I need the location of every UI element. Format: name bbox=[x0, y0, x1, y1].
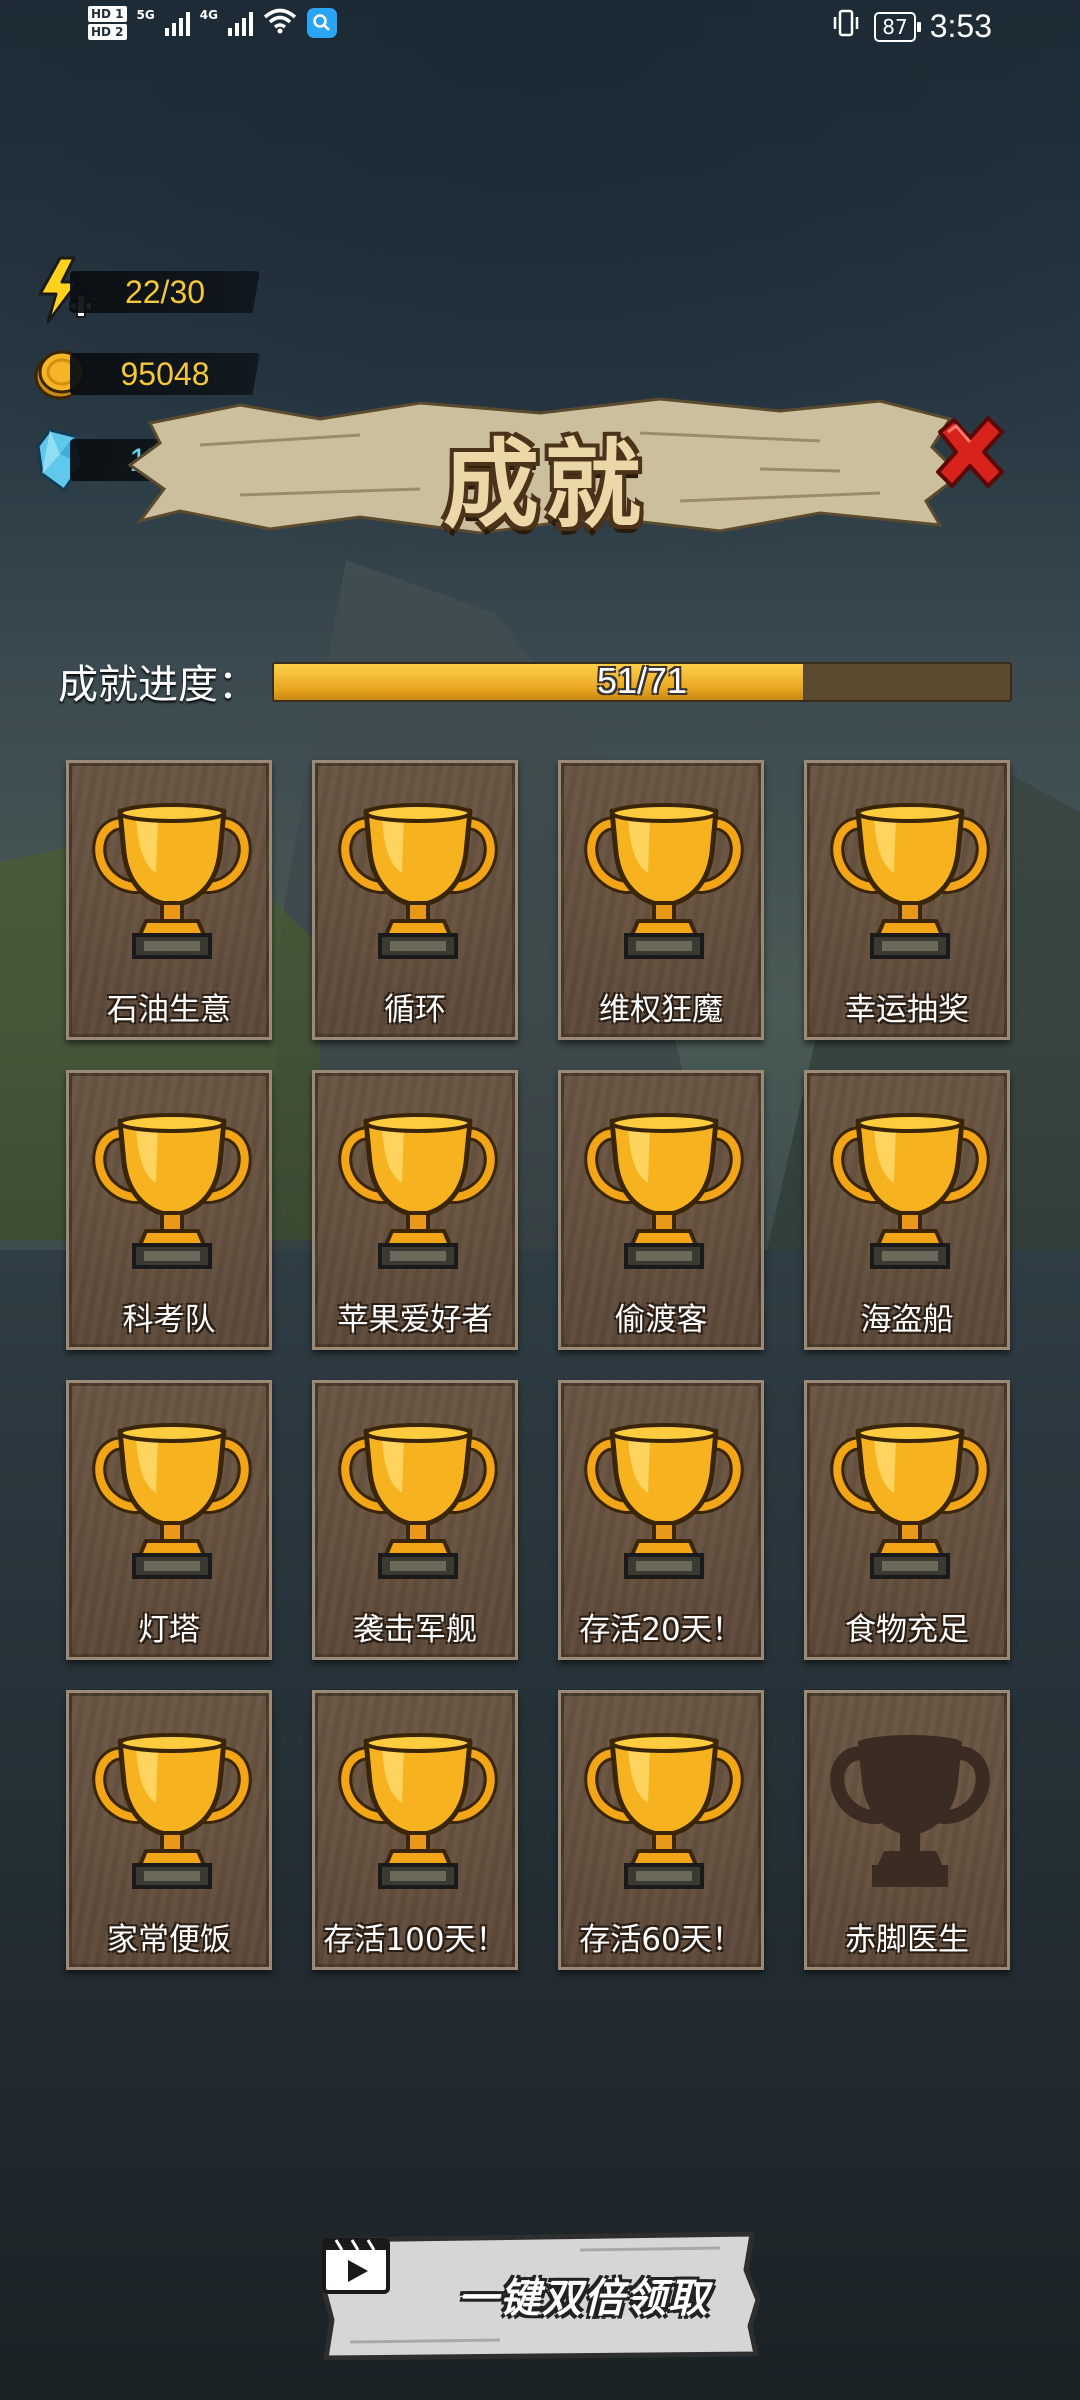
sim2-badge: HD 2 bbox=[88, 24, 127, 40]
trophy-icon bbox=[84, 793, 260, 969]
trophy-icon bbox=[84, 1103, 260, 1279]
status-left: HD 1 HD 2 5G 4G bbox=[88, 6, 337, 40]
double-claim-button[interactable]: 一键双倍领取 bbox=[320, 2230, 760, 2360]
progress-bar: 51/71 bbox=[272, 662, 1012, 702]
trophy-icon bbox=[84, 1723, 260, 1899]
close-button[interactable] bbox=[930, 412, 1010, 492]
sim-indicators: HD 1 HD 2 bbox=[88, 6, 127, 40]
achievement-label: 存活100天！ bbox=[323, 1922, 507, 1958]
trophy-icon bbox=[822, 1413, 998, 1589]
locked-trophy-icon bbox=[822, 1723, 998, 1899]
network-type-2: 4G bbox=[199, 8, 218, 22]
achievement-card[interactable]: 赤脚医生 bbox=[804, 1690, 1010, 1970]
signal-strength-icon-2 bbox=[227, 10, 253, 36]
close-icon bbox=[936, 416, 1004, 488]
network-type-1: 5G bbox=[136, 8, 155, 22]
achievement-label: 偷渡客 bbox=[614, 1302, 708, 1338]
achievement-card[interactable]: 循环 bbox=[312, 760, 518, 1040]
trophy-icon bbox=[576, 1723, 752, 1899]
trophy-icon bbox=[576, 1413, 752, 1589]
battery-icon: 87 bbox=[874, 11, 922, 42]
achievement-card[interactable]: 石油生意 bbox=[66, 760, 272, 1040]
achievement-card[interactable]: 海盗船 bbox=[804, 1070, 1010, 1350]
achievement-card[interactable]: 科考队 bbox=[66, 1070, 272, 1350]
achievement-card[interactable]: 偷渡客 bbox=[558, 1070, 764, 1350]
achievement-label: 赤脚医生 bbox=[845, 1922, 969, 1958]
achievement-card[interactable]: 存活20天！ bbox=[558, 1380, 764, 1660]
achievement-label: 维权狂魔 bbox=[599, 992, 723, 1028]
achievement-label: 袭击军舰 bbox=[353, 1612, 477, 1648]
trophy-icon bbox=[822, 793, 998, 969]
achievement-card[interactable]: 存活100天！ bbox=[312, 1690, 518, 1970]
achievement-card[interactable]: 幸运抽奖 bbox=[804, 760, 1010, 1040]
achievement-label: 家常便饭 bbox=[107, 1922, 231, 1958]
energy-counter[interactable]: 22/30 bbox=[30, 256, 260, 324]
sim1-badge: HD 1 bbox=[88, 6, 127, 22]
achievement-card[interactable]: 维权狂魔 bbox=[558, 760, 764, 1040]
status-bar: HD 1 HD 2 5G 4G 87 3:53 bbox=[0, 0, 1080, 56]
achievement-label: 石油生意 bbox=[107, 992, 231, 1028]
title-banner: 成就 bbox=[120, 385, 970, 545]
achievement-card[interactable]: 存活60天！ bbox=[558, 1690, 764, 1970]
achievement-label: 苹果爱好者 bbox=[337, 1302, 493, 1338]
achievement-label: 存活20天！ bbox=[579, 1612, 743, 1648]
status-right: 87 3:53 bbox=[832, 8, 992, 45]
achievement-label: 海盗船 bbox=[860, 1302, 954, 1338]
achievement-card[interactable]: 灯塔 bbox=[66, 1380, 272, 1660]
achievement-card[interactable]: 袭击军舰 bbox=[312, 1380, 518, 1660]
achievement-label: 灯塔 bbox=[138, 1612, 200, 1648]
achievement-label: 食物充足 bbox=[845, 1612, 969, 1648]
trophy-icon bbox=[330, 1723, 506, 1899]
achievement-label: 存活60天！ bbox=[579, 1922, 743, 1958]
trophy-icon bbox=[576, 1103, 752, 1279]
trophy-icon bbox=[822, 1103, 998, 1279]
signal-strength-icon bbox=[164, 10, 190, 36]
achievement-label: 幸运抽奖 bbox=[845, 992, 969, 1028]
progress-text: 51/71 bbox=[596, 662, 688, 701]
clock: 3:53 bbox=[929, 8, 992, 44]
achievement-card[interactable]: 家常便饭 bbox=[66, 1690, 272, 1970]
page-title: 成就 bbox=[443, 429, 647, 541]
trophy-icon bbox=[84, 1413, 260, 1589]
achievement-label: 循环 bbox=[384, 992, 446, 1028]
vibrate-icon bbox=[832, 8, 860, 45]
achievement-label: 科考队 bbox=[122, 1302, 216, 1338]
trophy-icon bbox=[330, 1103, 506, 1279]
search-app-icon bbox=[306, 8, 337, 38]
video-icon bbox=[322, 2238, 390, 2294]
claim-button-label: 一键双倍领取 bbox=[458, 2276, 710, 2322]
trophy-icon bbox=[330, 1413, 506, 1589]
trophy-icon bbox=[330, 793, 506, 969]
achievement-card[interactable]: 苹果爱好者 bbox=[312, 1070, 518, 1350]
progress-label: 成就进度： bbox=[58, 662, 258, 708]
achievement-card[interactable]: 食物充足 bbox=[804, 1380, 1010, 1660]
trophy-icon bbox=[576, 793, 752, 969]
energy-value: 22/30 bbox=[70, 271, 260, 313]
achievement-grid: 石油生意 循环 维权狂魔 幸运抽奖 科考队 苹果爱好者 偷渡客 海盗船 灯塔 袭… bbox=[66, 760, 1012, 1970]
wifi-icon bbox=[263, 8, 297, 39]
